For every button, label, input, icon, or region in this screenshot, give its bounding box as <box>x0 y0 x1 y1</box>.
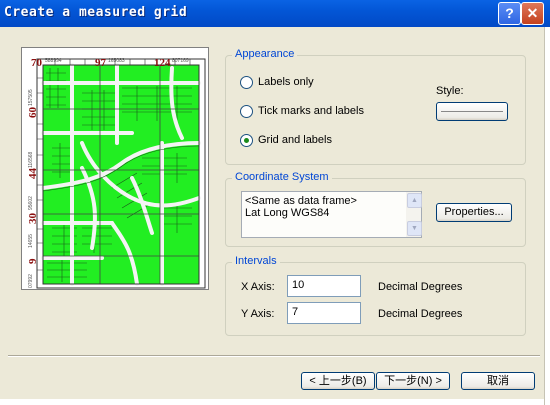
coordinate-system-group: Coordinate System <Same as data frame> L… <box>225 171 526 247</box>
x-axis-input[interactable]: 10 <box>287 275 361 297</box>
properties-button[interactable]: Properties... <box>436 203 512 222</box>
appearance-group: Appearance Labels only Tick marks and la… <box>225 48 526 165</box>
preview-top-label: 124 <box>154 57 171 69</box>
radio-label: Tick marks and labels <box>258 105 364 117</box>
y-axis-units: Decimal Degrees <box>378 308 463 320</box>
preview-left-sublabel: 157505 <box>28 89 34 106</box>
coordinate-system-text: <Same as data frame> Lat Long WGS84 <box>245 195 357 219</box>
radio-button[interactable] <box>240 75 253 89</box>
preview-top-label: 70 <box>31 57 43 69</box>
coordinate-system-line1: <Same as data frame> <box>245 195 357 207</box>
radio-button-selected[interactable] <box>240 133 253 147</box>
grid-preview-image: 70 97 124 588994 165083 807169 9 30 44 6… <box>22 48 208 289</box>
preview-left-label: 30 <box>27 213 39 225</box>
x-axis-value: 10 <box>292 279 305 291</box>
preview-left-label: 9 <box>27 258 39 264</box>
style-selector-button[interactable] <box>436 102 508 121</box>
scroll-down-icon[interactable]: ▼ <box>407 221 422 236</box>
radio-tick-marks-and-labels[interactable]: Tick marks and labels <box>240 103 364 119</box>
button-separator <box>8 355 540 357</box>
x-axis-label: X Axis: <box>241 281 275 293</box>
dialog-window: Create a measured grid ? ✕ 70 97 124 588… <box>0 0 550 405</box>
radio-labels-only[interactable]: Labels only <box>240 74 314 90</box>
y-axis-value: 7 <box>292 306 299 318</box>
intervals-group: Intervals X Axis: 10 Decimal Degrees Y A… <box>225 255 526 336</box>
help-icon: ? <box>505 5 514 21</box>
scroll-up-icon[interactable]: ▲ <box>407 193 422 208</box>
radio-grid-and-labels[interactable]: Grid and labels <box>240 132 332 148</box>
back-button[interactable]: < 上一步(B) <box>301 372 375 390</box>
intervals-legend: Intervals <box>232 255 280 267</box>
cancel-button[interactable]: 取消 <box>461 372 535 390</box>
close-button[interactable]: ✕ <box>521 2 544 25</box>
background-strip <box>544 27 550 405</box>
next-button[interactable]: 下一步(N) > <box>376 372 450 390</box>
preview-left-sublabel: 14655 <box>28 234 34 248</box>
title-bar[interactable]: Create a measured grid ? ✕ <box>0 0 550 27</box>
preview-left-sublabel: 07992 <box>28 274 34 288</box>
appearance-legend: Appearance <box>232 48 298 60</box>
background-strip <box>0 399 544 405</box>
coordinate-system-line2: Lat Long WGS84 <box>245 207 330 219</box>
coordinate-system-textbox[interactable]: <Same as data frame> Lat Long WGS84 ▲ ▼ <box>241 191 422 238</box>
preview-top-label: 97 <box>95 57 107 69</box>
close-icon: ✕ <box>526 5 539 21</box>
style-label: Style: <box>436 85 464 97</box>
radio-button[interactable] <box>240 104 253 118</box>
help-button[interactable]: ? <box>498 2 521 25</box>
preview-left-label: 44 <box>27 168 39 180</box>
vertical-scrollbar[interactable]: ▲ ▼ <box>406 192 422 237</box>
y-axis-input[interactable]: 7 <box>287 302 361 324</box>
preview-top-sublabel: 165083 <box>108 58 125 64</box>
preview-left-label: 60 <box>27 107 39 119</box>
preview-top-sublabel: 807169 <box>172 58 189 64</box>
preview-left-sublabel: 95602 <box>28 196 34 210</box>
y-axis-label: Y Axis: <box>241 308 275 320</box>
x-axis-units: Decimal Degrees <box>378 281 463 293</box>
radio-label: Labels only <box>258 76 314 88</box>
preview-left-sublabel: 116568 <box>28 151 34 168</box>
preview-top-sublabel: 588994 <box>45 58 62 64</box>
window-title: Create a measured grid <box>4 5 188 20</box>
grid-preview: 70 97 124 588994 165083 807169 9 30 44 6… <box>21 47 209 290</box>
coordinate-system-legend: Coordinate System <box>232 171 332 183</box>
radio-label: Grid and labels <box>258 134 332 146</box>
